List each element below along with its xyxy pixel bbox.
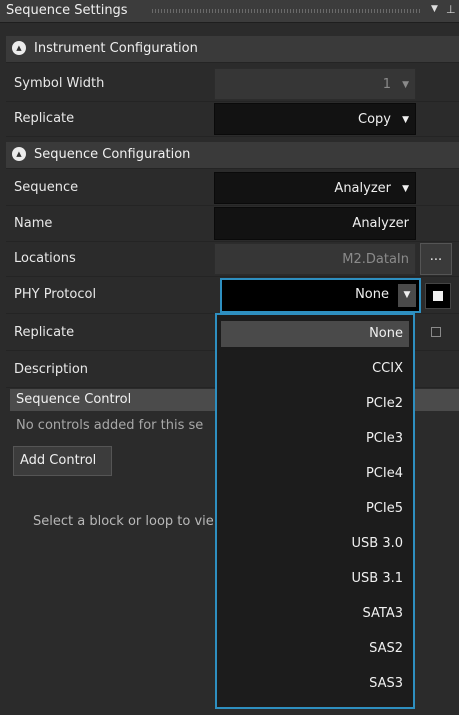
option-sas3[interactable]: SAS3 <box>221 671 409 697</box>
option-ccix[interactable]: CCIX <box>221 356 409 382</box>
caret-down-icon[interactable]: ▼ <box>398 284 416 307</box>
locations-value: M2.DataIn <box>342 252 409 267</box>
no-controls-text: No controls added for this se <box>16 418 204 433</box>
instrument-replicate-dropdown[interactable]: Copy ▼ <box>214 103 416 135</box>
sequence-label: Sequence <box>14 180 79 195</box>
instrument-replicate-label: Replicate <box>14 111 75 126</box>
option-sata3[interactable]: SATA3 <box>221 601 409 627</box>
sequence-config-title: Sequence Configuration <box>34 147 191 162</box>
name-label: Name <box>14 216 53 231</box>
chevron-up-icon[interactable]: ▲ <box>12 41 26 55</box>
panel-titlebar: Sequence Settings ▼ ⊥ <box>0 0 459 23</box>
phy-protocol-options: None CCIX PCIe2 PCIe3 PCIe4 PCIe5 USB 3.… <box>215 313 415 709</box>
locations-browse-button[interactable]: ... <box>420 243 452 275</box>
symbol-width-row: Symbol Width 1 ▼ <box>6 68 459 102</box>
sequence-value: Analyzer <box>334 181 391 196</box>
name-value: Analyzer <box>352 216 409 231</box>
phy-protocol-value: None <box>355 287 389 302</box>
option-usb31[interactable]: USB 3.1 <box>221 566 409 592</box>
drag-grip[interactable] <box>152 9 420 13</box>
instrument-config-title: Instrument Configuration <box>34 41 198 56</box>
phy-checkbox[interactable] <box>425 283 451 309</box>
option-pcie2[interactable]: PCIe2 <box>221 391 409 417</box>
checkbox-icon <box>433 291 443 301</box>
instrument-replicate-value: Copy <box>358 112 391 127</box>
pin-icon[interactable]: ⊥ <box>446 3 456 16</box>
phy-protocol-row: PHY Protocol None ▼ <box>6 277 459 314</box>
instrument-replicate-row: Replicate Copy ▼ <box>6 102 459 137</box>
panel-title: Sequence Settings <box>6 3 128 18</box>
symbol-width-label: Symbol Width <box>14 76 105 91</box>
sequence-dropdown[interactable]: Analyzer ▼ <box>214 172 416 204</box>
chevron-up-icon[interactable]: ▲ <box>12 147 26 161</box>
name-input[interactable]: Analyzer <box>214 207 416 240</box>
locations-row: Locations M2.DataIn ... <box>6 242 459 277</box>
option-pcie3[interactable]: PCIe3 <box>221 426 409 452</box>
checkbox-icon[interactable] <box>431 327 441 337</box>
add-control-button[interactable]: Add Control <box>13 446 112 476</box>
phy-protocol-label: PHY Protocol <box>14 287 97 302</box>
option-sas2[interactable]: SAS2 <box>221 636 409 662</box>
option-pcie5[interactable]: PCIe5 <box>221 496 409 522</box>
symbol-width-dropdown: 1 ▼ <box>214 68 416 100</box>
name-row: Name Analyzer <box>6 206 459 242</box>
option-none[interactable]: None <box>221 321 409 347</box>
phy-protocol-dropdown[interactable]: None ▼ <box>220 278 421 313</box>
caret-down-icon: ▼ <box>402 80 409 90</box>
sequence-config-header[interactable]: ▲ Sequence Configuration <box>6 142 459 169</box>
caret-down-icon: ▼ <box>402 184 409 194</box>
selection-hint: Select a block or loop to vie <box>33 514 214 529</box>
option-pcie4[interactable]: PCIe4 <box>221 461 409 487</box>
panel-menu-icon[interactable]: ▼ <box>431 4 438 14</box>
locations-field: M2.DataIn <box>214 243 416 275</box>
sequence-control-title: Sequence Control <box>16 392 132 407</box>
sequence-replicate-label: Replicate <box>14 325 75 340</box>
instrument-config-header[interactable]: ▲ Instrument Configuration <box>6 36 459 63</box>
description-label: Description <box>14 362 89 377</box>
caret-down-icon: ▼ <box>402 115 409 125</box>
sequence-row: Sequence Analyzer ▼ <box>6 171 459 206</box>
symbol-width-value: 1 <box>382 77 391 92</box>
locations-label: Locations <box>14 251 76 266</box>
option-usb30[interactable]: USB 3.0 <box>221 531 409 557</box>
